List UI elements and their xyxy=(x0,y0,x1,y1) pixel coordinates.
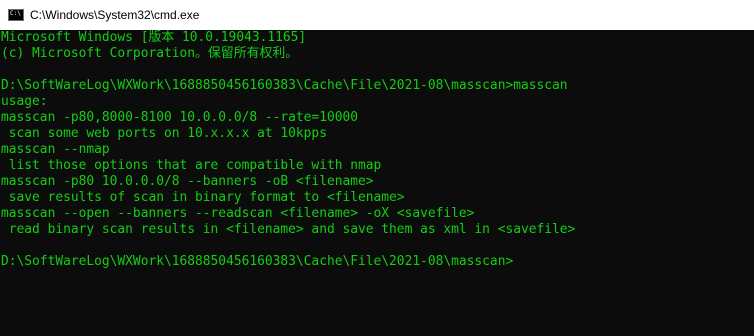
console-line: list those options that are compatible w… xyxy=(1,158,382,173)
cmd-window: C:\ C:\Windows\System32\cmd.exe Microsof… xyxy=(0,0,754,336)
console-line: masscan -p80,8000-8100 10.0.0.0/8 --rate… xyxy=(1,110,358,125)
cmd-prompt-icon[interactable]: C:\ xyxy=(8,9,24,21)
console-line: D:\SoftWareLog\WXWork\1688850456160383\C… xyxy=(1,254,514,269)
console-line: masscan -p80 10.0.0.0/8 --banners -oB <f… xyxy=(1,174,374,189)
console-line: D:\SoftWareLog\WXWork\1688850456160383\C… xyxy=(1,78,568,93)
console-line: usage: xyxy=(1,94,48,109)
console-line: read binary scan results in <filename> a… xyxy=(1,222,576,237)
console-output[interactable]: Microsoft Windows [版本 10.0.19043.1165] (… xyxy=(0,30,754,336)
console-line: masscan --open --banners --readscan <fil… xyxy=(1,206,475,221)
console-line: masscan --nmap xyxy=(1,142,110,157)
title-bar[interactable]: C:\ C:\Windows\System32\cmd.exe xyxy=(0,0,754,30)
console-line: save results of scan in binary format to… xyxy=(1,190,405,205)
console-line: Microsoft Windows [版本 10.0.19043.1165] xyxy=(1,30,307,45)
window-title: C:\Windows\System32\cmd.exe xyxy=(30,8,200,22)
app-icon-glyph: C:\ xyxy=(10,10,21,17)
console-line: (c) Microsoft Corporation。保留所有权利。 xyxy=(1,46,299,61)
console-line: scan some web ports on 10.x.x.x at 10kpp… xyxy=(1,126,327,141)
